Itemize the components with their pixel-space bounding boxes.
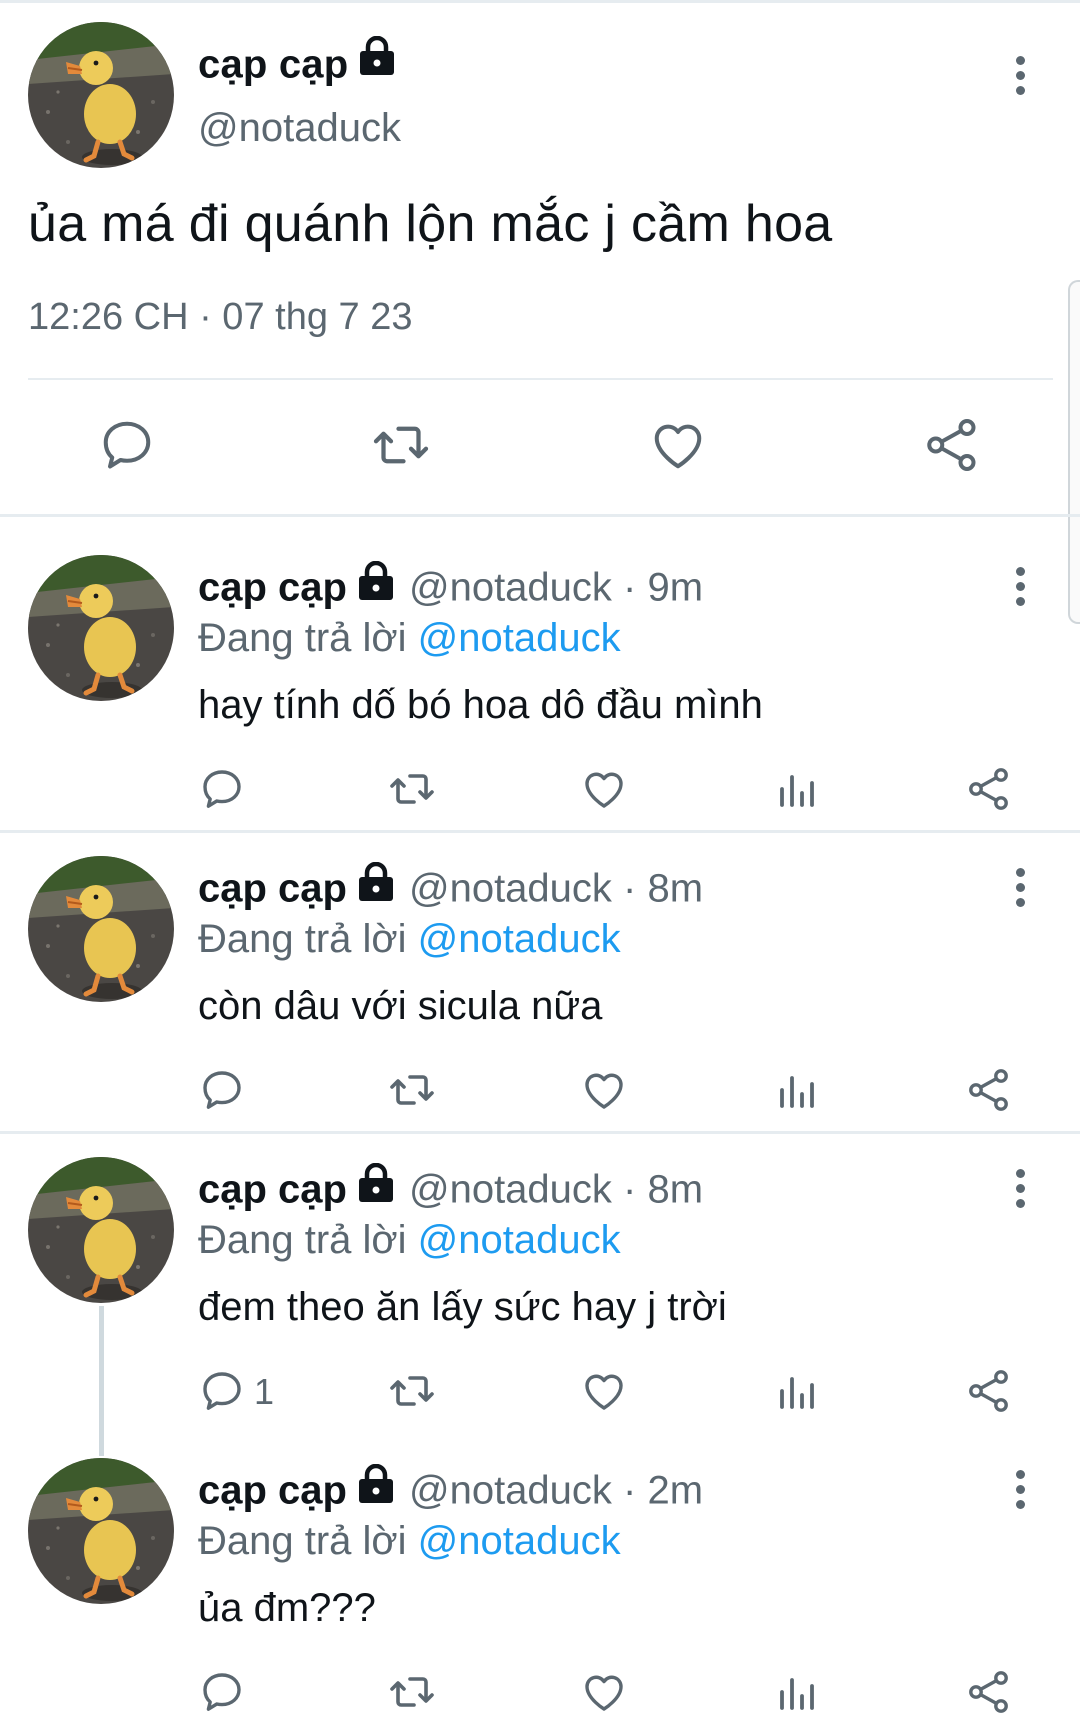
reply-text: hay tính dố bó hoa dô đầu mình	[198, 683, 763, 727]
separator: ·	[623, 866, 637, 911]
avatar[interactable]	[28, 1458, 174, 1604]
share-icon[interactable]	[965, 765, 1013, 813]
replying-prefix: Đang trả lời	[198, 1519, 407, 1563]
display-name-text: cạp cạp	[198, 42, 349, 87]
display-name[interactable]: cạp cạp	[198, 1469, 347, 1513]
lock-icon	[357, 1463, 395, 1514]
retweet-icon[interactable]	[388, 1668, 436, 1716]
more-options-icon[interactable]	[1010, 563, 1030, 613]
separator: ·	[623, 1468, 637, 1513]
like-icon[interactable]	[580, 1668, 628, 1716]
analytics-icon[interactable]	[772, 765, 820, 813]
reply-header: cạp cạp @notaduck · 8m	[198, 1162, 704, 1217]
avatar[interactable]	[28, 1157, 174, 1303]
replying-to: Đang trả lời @notaduck	[198, 616, 621, 661]
mention-link[interactable]: @notaduck	[418, 1519, 621, 1563]
separator: ·	[623, 565, 637, 610]
top-divider	[0, 0, 1080, 3]
display-name[interactable]: cạp cạp	[198, 867, 347, 911]
analytics-icon[interactable]	[772, 1066, 820, 1114]
divider	[0, 830, 1080, 833]
divider	[0, 514, 1080, 517]
handle[interactable]: @notaduck	[409, 1168, 612, 1212]
handle[interactable]: @notaduck	[409, 566, 612, 610]
analytics-icon[interactable]	[772, 1668, 820, 1716]
analytics-icon[interactable]	[772, 1367, 820, 1415]
separator: ·	[623, 1167, 637, 1212]
divider	[28, 378, 1053, 380]
lock-icon	[357, 1162, 395, 1213]
reply-time[interactable]: 8m	[648, 867, 704, 911]
share-icon[interactable]	[965, 1668, 1013, 1716]
retweet-icon[interactable]	[371, 415, 431, 475]
reply-text: ủa đm???	[198, 1586, 376, 1630]
share-icon[interactable]	[922, 415, 982, 475]
lock-icon	[358, 35, 396, 86]
thread-line	[99, 1306, 104, 1456]
like-icon[interactable]	[580, 1066, 628, 1114]
reply-header: cạp cạp @notaduck · 8m	[198, 861, 704, 916]
reply-time[interactable]: 8m	[648, 1168, 704, 1212]
tweet-timestamp[interactable]: 12:26 CH · 07 thg 7 23	[28, 296, 412, 339]
lock-icon	[357, 560, 395, 611]
more-options-icon[interactable]	[1010, 52, 1030, 102]
replying-to: Đang trả lời @notaduck	[198, 1519, 621, 1564]
replying-to: Đang trả lời @notaduck	[198, 917, 621, 962]
avatar[interactable]	[28, 555, 174, 701]
reply-count: 1	[254, 1371, 275, 1412]
more-options-icon[interactable]	[1010, 1466, 1030, 1516]
handle[interactable]: @notaduck	[198, 106, 401, 151]
display-name[interactable]: cạp cạp	[198, 566, 347, 610]
reply-icon[interactable]	[97, 415, 157, 475]
tweet-text: ủa má đi quánh lộn mắc j cầm hoa	[28, 195, 833, 253]
reply-icon[interactable]	[198, 1367, 246, 1415]
share-icon[interactable]	[965, 1066, 1013, 1114]
reply-icon[interactable]	[198, 765, 246, 813]
divider	[0, 1131, 1080, 1134]
avatar[interactable]	[28, 856, 174, 1002]
reply-text: còn dâu với sicula nữa	[198, 984, 603, 1028]
replying-prefix: Đang trả lời	[198, 917, 407, 961]
lock-icon	[357, 861, 395, 912]
avatar[interactable]	[28, 22, 174, 168]
retweet-icon[interactable]	[388, 1066, 436, 1114]
mention-link[interactable]: @notaduck	[418, 616, 621, 660]
like-icon[interactable]	[648, 415, 708, 475]
scrollbar[interactable]	[1068, 280, 1080, 624]
reply-header: cạp cạp @notaduck · 9m	[198, 560, 704, 615]
more-options-icon[interactable]	[1010, 1165, 1030, 1215]
reply-header: cạp cạp @notaduck · 2m	[198, 1463, 704, 1518]
reply-time[interactable]: 2m	[648, 1469, 704, 1513]
reply-icon[interactable]	[198, 1668, 246, 1716]
display-name[interactable]: cạp cạp	[198, 35, 396, 92]
reply-text: đem theo ăn lấy sức hay j trời	[198, 1285, 727, 1329]
more-options-icon[interactable]	[1010, 864, 1030, 914]
retweet-icon[interactable]	[388, 765, 436, 813]
display-name[interactable]: cạp cạp	[198, 1168, 347, 1212]
handle[interactable]: @notaduck	[409, 1469, 612, 1513]
mention-link[interactable]: @notaduck	[418, 917, 621, 961]
reply-time[interactable]: 9m	[648, 566, 704, 610]
mention-link[interactable]: @notaduck	[418, 1218, 621, 1262]
replying-prefix: Đang trả lời	[198, 616, 407, 660]
handle[interactable]: @notaduck	[409, 867, 612, 911]
like-icon[interactable]	[580, 1367, 628, 1415]
replying-to: Đang trả lời @notaduck	[198, 1218, 621, 1263]
like-icon[interactable]	[580, 765, 628, 813]
replying-prefix: Đang trả lời	[198, 1218, 407, 1262]
share-icon[interactable]	[965, 1367, 1013, 1415]
reply-icon[interactable]	[198, 1066, 246, 1114]
retweet-icon[interactable]	[388, 1367, 436, 1415]
